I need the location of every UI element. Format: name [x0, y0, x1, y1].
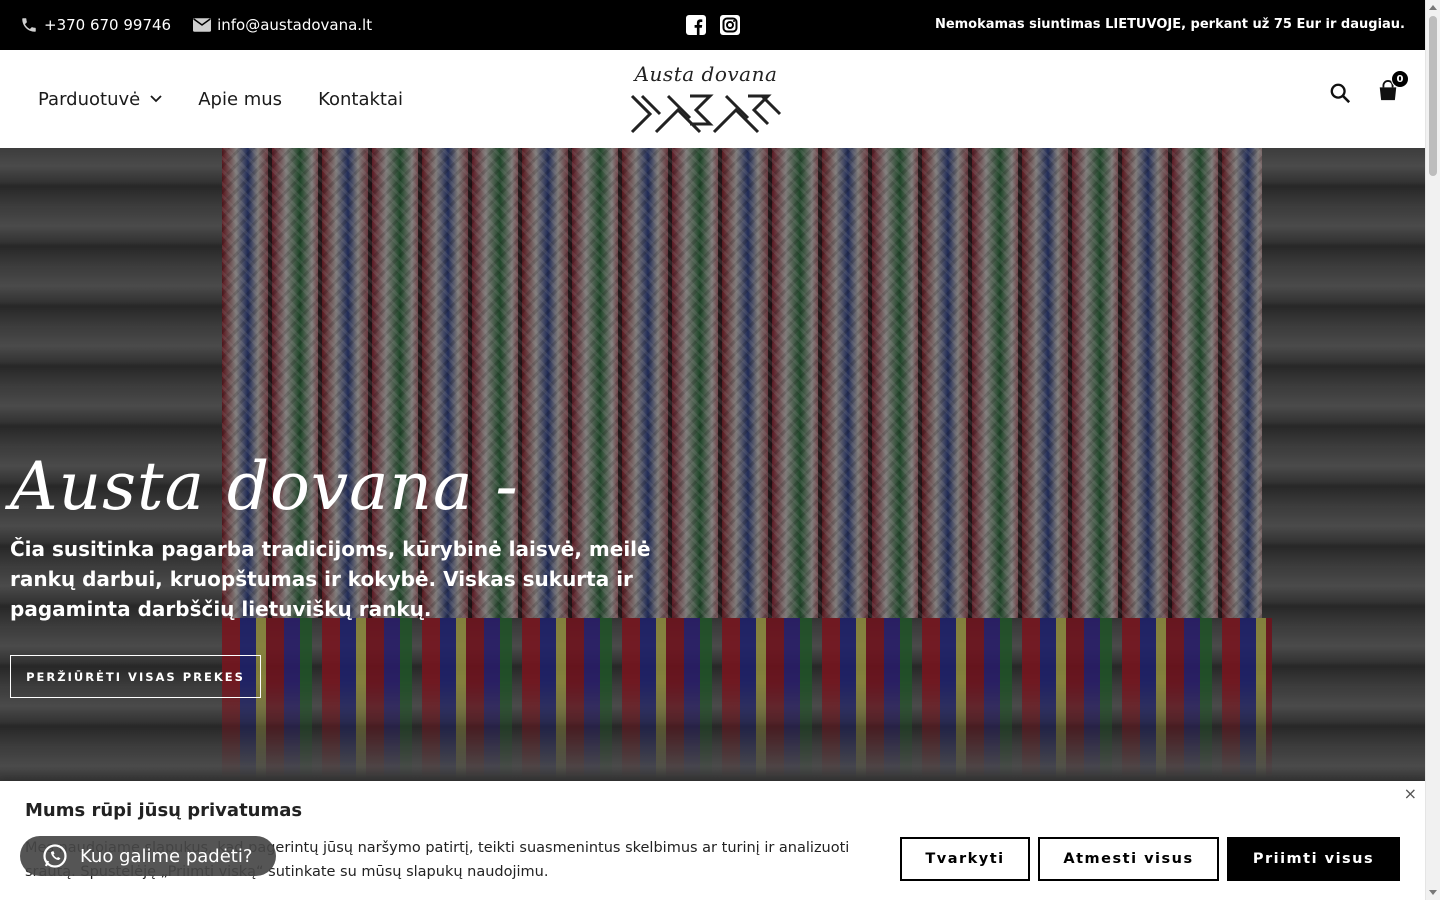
scrollbar-thumb[interactable]	[1429, 16, 1437, 176]
hero-banner: Austa dovana - Čia susitinka pagarba tra…	[0, 148, 1425, 788]
hero-title: Austa dovana -	[10, 448, 519, 525]
site-header: Parduotuvė Apie mus Kontaktai Austa dova…	[0, 50, 1425, 148]
nav-about-label: Apie mus	[198, 88, 283, 110]
nav-shop-label: Parduotuvė	[38, 88, 141, 110]
cart-count-badge: 0	[1391, 70, 1409, 88]
phone-link[interactable]: +370 670 99746	[20, 16, 171, 34]
cookie-reject-button[interactable]: Atmesti visus	[1038, 837, 1219, 881]
social-links	[686, 15, 740, 35]
email-address: info@austadovana.lt	[217, 16, 373, 34]
logo-wordmark: Austa dovana	[634, 62, 778, 86]
view-all-products-button[interactable]: PERŽIŪRĖTI VISAS PREKES	[10, 655, 261, 698]
phone-number: +370 670 99746	[44, 16, 172, 34]
header-actions: 0	[1329, 70, 1409, 106]
cookie-customize-button[interactable]: Tvarkyti	[900, 837, 1030, 881]
contact-info: +370 670 99746 info@austadovana.lt	[20, 0, 372, 50]
cookie-accept-button[interactable]: Priimti visus	[1227, 837, 1400, 881]
nav-contacts-label: Kontaktai	[318, 88, 403, 110]
whatsapp-chat-button[interactable]: Kuo galime padėti?	[20, 836, 276, 876]
shipping-notice: Nemokamas siuntimas LIETUVOJE, perkant u…	[934, 17, 1405, 32]
page-scrollbar[interactable]	[1425, 0, 1440, 900]
top-bar: +370 670 99746 info@austadovana.lt Nemok…	[0, 0, 1425, 50]
nav-about[interactable]: Apie mus	[198, 89, 282, 110]
email-link[interactable]: info@austadovana.lt	[193, 16, 372, 34]
cookie-title: Mums rūpi jūsų privatumas	[25, 800, 303, 821]
nav-shop[interactable]: Parduotuvė	[38, 89, 162, 110]
whatsapp-icon	[43, 844, 67, 868]
phone-icon	[22, 18, 36, 32]
site-logo[interactable]: Austa dovana	[630, 62, 782, 138]
mail-icon	[193, 18, 212, 32]
hero-subtitle: Čia susitinka pagarba tradicijoms, kūryb…	[10, 537, 651, 621]
chevron-down-icon	[150, 95, 162, 103]
facebook-icon[interactable]	[686, 15, 706, 35]
logo-pattern-icon	[630, 94, 782, 134]
cart-button[interactable]: 0	[1377, 70, 1409, 106]
cookie-actions: Tvarkyti Atmesti visus Priimti visus	[900, 837, 1400, 881]
instagram-icon[interactable]	[720, 15, 740, 35]
whatsapp-label: Kuo galime padėti?	[80, 845, 253, 867]
main-nav: Parduotuvė Apie mus Kontaktai	[38, 50, 403, 148]
scroll-down-icon[interactable]	[1429, 890, 1437, 895]
scroll-up-icon[interactable]	[1429, 5, 1437, 10]
nav-contacts[interactable]: Kontaktai	[318, 89, 403, 110]
cookie-close-icon[interactable]: ×	[1404, 784, 1417, 803]
search-icon[interactable]	[1329, 82, 1351, 104]
